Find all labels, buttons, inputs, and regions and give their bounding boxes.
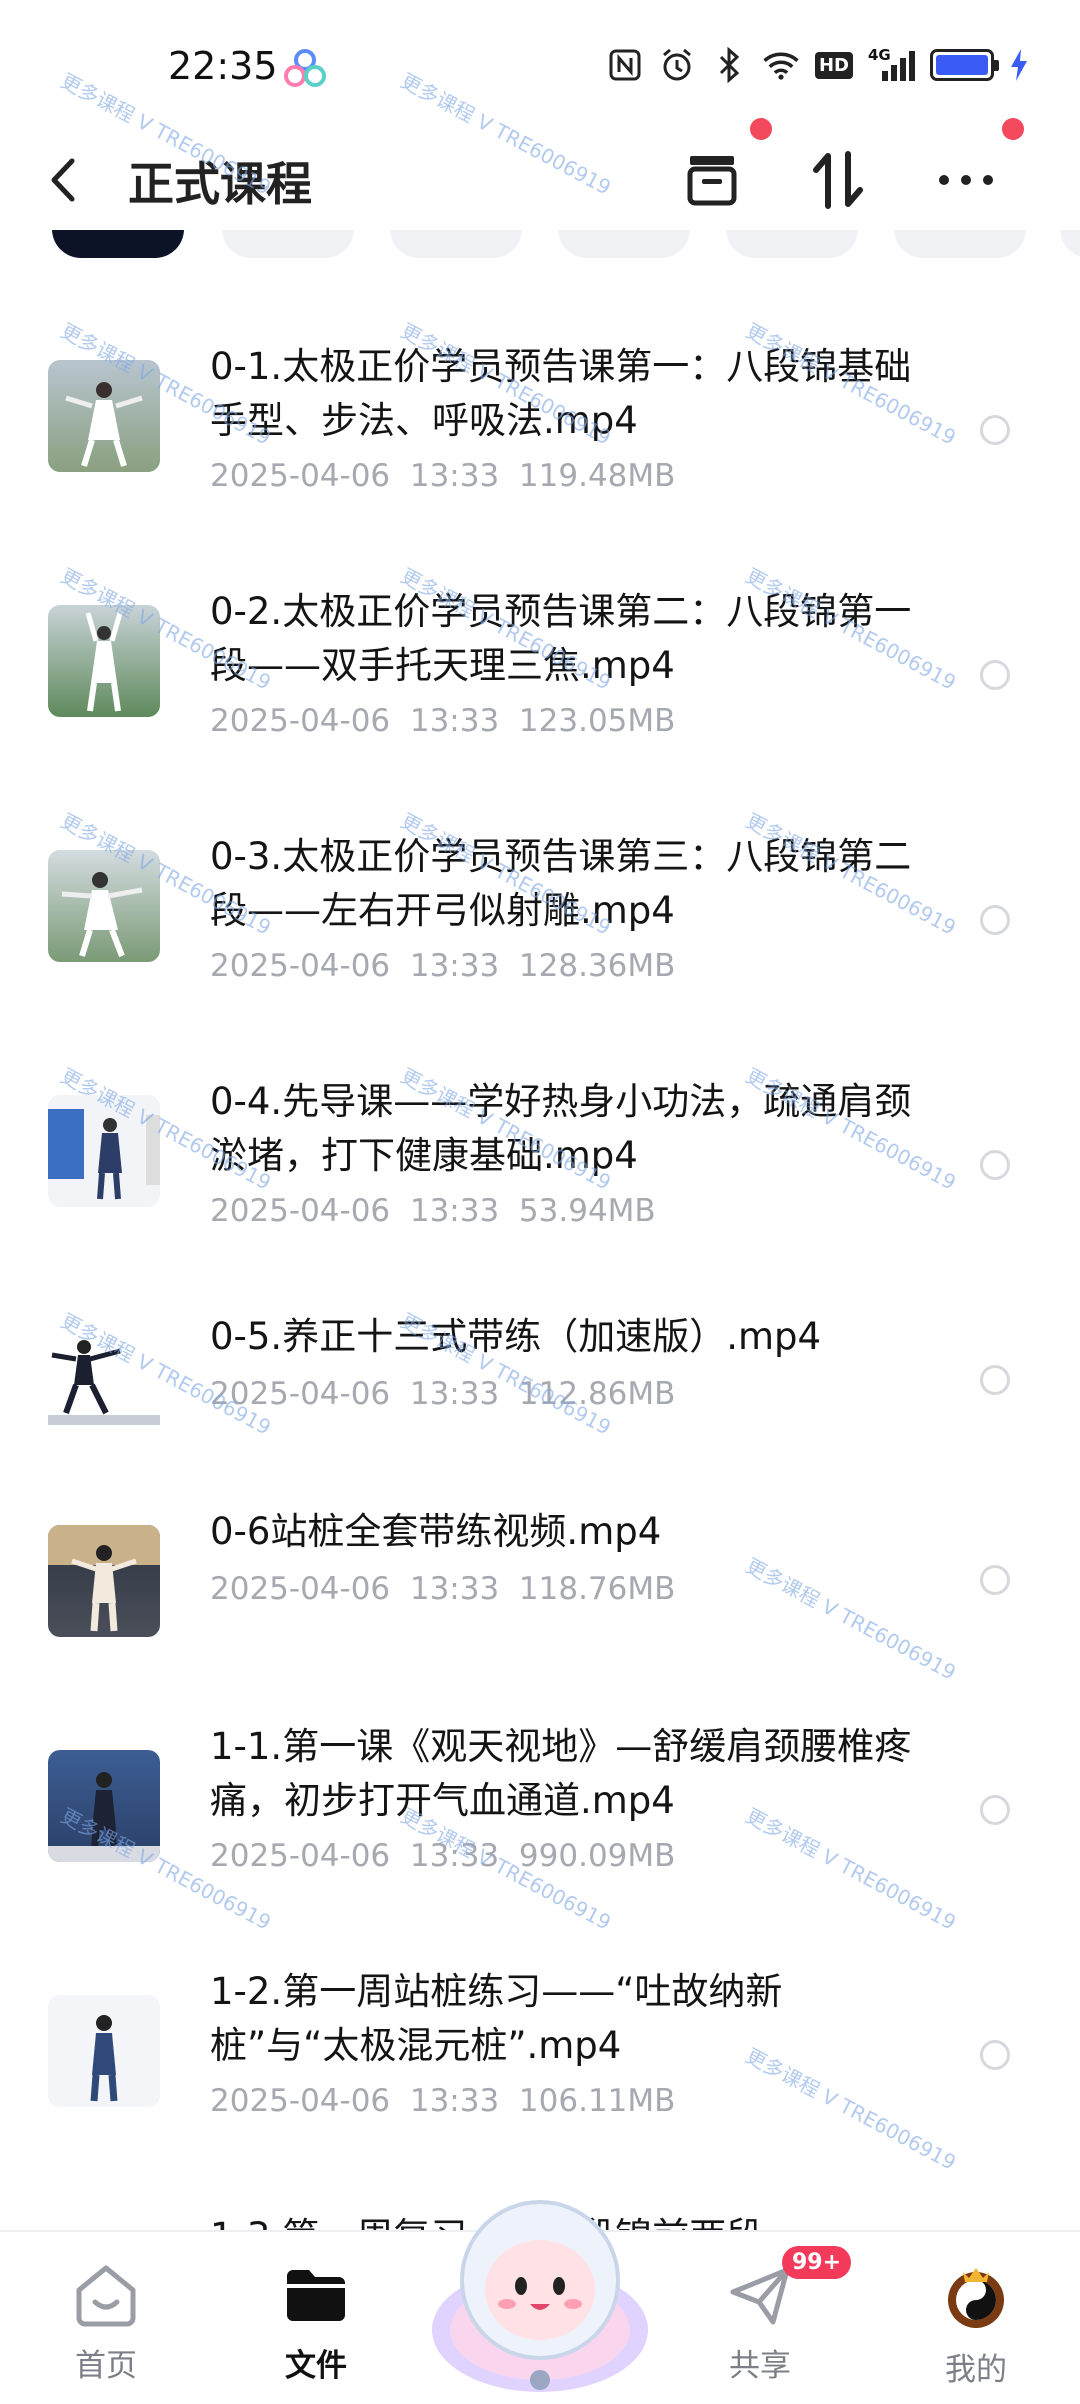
video-thumbnail — [48, 605, 160, 717]
folder-icon — [287, 2270, 345, 2321]
hd-icon: HD — [814, 46, 854, 84]
video-thumbnail — [48, 1750, 160, 1862]
nav-share[interactable]: 共享 — [690, 2262, 830, 2385]
file-name: 0-2.太极正价学员预告课第二：八段锦第一段——双手托天理三焦.mp4 — [210, 590, 912, 687]
nav-files[interactable]: 文件 — [246, 2262, 386, 2385]
bluetooth-icon — [710, 46, 748, 84]
nav-files-label: 文件 — [285, 2348, 347, 2384]
charging-icon — [1008, 46, 1030, 84]
select-radio[interactable] — [980, 905, 1010, 935]
select-radio[interactable] — [980, 1365, 1010, 1395]
status-time: 22:35 — [168, 44, 278, 88]
watermark: 更多课程 V TRE6006919 — [741, 1553, 960, 1685]
file-name: 0-1.太极正价学员预告课第一：八段锦基础手型、步法、呼吸法.mp4 — [210, 345, 912, 442]
file-meta: 2025-04-06 13:33 118.76MB — [210, 1571, 676, 1607]
status-bar: 22:35 HD 4G — [0, 0, 1080, 130]
file-meta: 2025-04-06 13:33 990.09MB — [210, 1838, 676, 1874]
nav-share-label: 共享 — [729, 2348, 791, 2384]
chip[interactable] — [726, 230, 858, 258]
file-meta: 2025-04-06 13:33 106.11MB — [210, 2083, 676, 2119]
video-thumbnail — [48, 1525, 160, 1637]
video-thumbnail — [48, 1095, 160, 1207]
select-radio[interactable] — [980, 415, 1010, 445]
chip[interactable] — [390, 230, 522, 258]
chip[interactable] — [894, 230, 1026, 258]
file-name: 0-3.太极正价学员预告课第三：八段锦第二段——左右开弓似射雕.mp4 — [210, 835, 912, 932]
file-meta: 2025-04-06 13:33 128.36MB — [210, 948, 676, 984]
chip[interactable] — [558, 230, 690, 258]
file-name: 0-4.先导课——学好热身小功法，疏通肩颈淤堵，打下健康基础.mp4 — [210, 1080, 912, 1177]
wifi-icon — [762, 46, 800, 84]
select-radio[interactable] — [980, 1795, 1010, 1825]
home-icon — [76, 2265, 136, 2327]
file-name: 0-5.养正十三式带练（加速版）.mp4 — [210, 1315, 822, 1358]
nav-profile-label: 我的 — [945, 2352, 1007, 2388]
video-thumbnail — [48, 1995, 160, 2107]
app-bar: 正式课程 — [0, 118, 1080, 230]
file-meta: 2025-04-06 13:33 53.94MB — [210, 1193, 656, 1229]
video-thumbnail — [48, 360, 160, 472]
filter-chips — [0, 230, 1080, 270]
archive-button[interactable] — [676, 144, 748, 216]
chevron-left-icon — [51, 158, 75, 202]
chip[interactable] — [1060, 230, 1080, 258]
file-name: 1-2.第一周站桩练习——“吐故纳新桩”与“太极混元桩”.mp4 — [210, 1970, 783, 2067]
chip[interactable] — [222, 230, 354, 258]
select-radio[interactable] — [980, 2040, 1010, 2070]
file-meta: 2025-04-06 13:33 123.05MB — [210, 703, 676, 739]
nav-home[interactable]: 首页 — [36, 2262, 176, 2385]
notification-dot — [1002, 118, 1024, 140]
file-name: 0-6站桩全套带练视频.mp4 — [210, 1510, 662, 1553]
select-radio[interactable] — [980, 660, 1010, 690]
nfc-icon — [606, 46, 644, 84]
avatar-icon — [948, 2268, 1004, 2328]
video-thumbnail — [48, 850, 160, 962]
page-title: 正式课程 — [128, 157, 312, 211]
file-meta: 2025-04-06 13:33 112.86MB — [210, 1376, 676, 1412]
select-radio[interactable] — [980, 1150, 1010, 1180]
nav-profile[interactable]: 我的 — [906, 2262, 1046, 2389]
sort-button[interactable] — [802, 144, 874, 216]
mascot-button[interactable] — [425, 2180, 655, 2400]
archive-icon — [687, 156, 737, 206]
more-icon — [939, 175, 993, 185]
more-button[interactable] — [930, 144, 1002, 216]
nav-home-label: 首页 — [75, 2348, 137, 2384]
battery-icon — [930, 49, 999, 81]
alarm-icon — [658, 46, 696, 84]
signal-4g-icon: 4G — [868, 46, 916, 84]
chip-active[interactable] — [52, 230, 184, 258]
select-radio[interactable] — [980, 1565, 1010, 1595]
cloud-app-icon — [284, 49, 326, 87]
video-thumbnail — [48, 1325, 160, 1437]
file-meta: 2025-04-06 13:33 119.48MB — [210, 458, 676, 494]
share-badge: 99+ — [782, 2246, 852, 2279]
notification-dot — [750, 118, 772, 140]
mascot-icon — [432, 2200, 648, 2392]
sort-icon — [813, 151, 863, 209]
file-name: 1-1.第一课《观天视地》—舒缓肩颈腰椎疼痛，初步打开气血通道.mp4 — [210, 1725, 912, 1822]
back-button[interactable] — [48, 150, 98, 210]
